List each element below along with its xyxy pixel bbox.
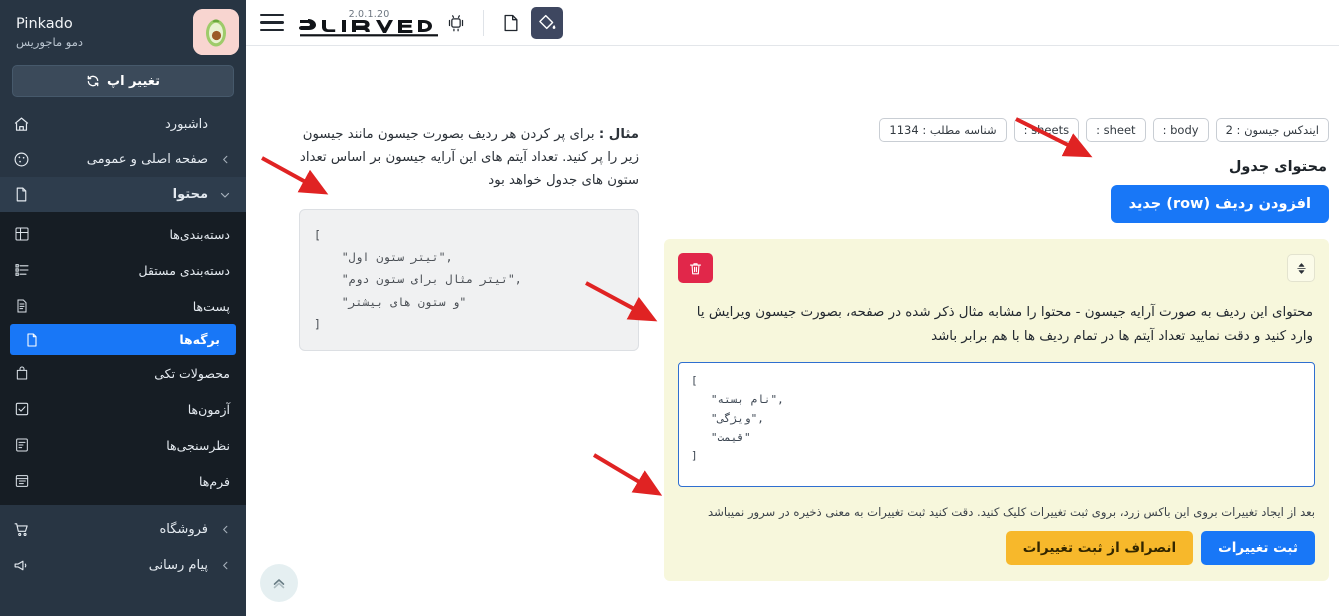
sidebar-item-pages[interactable]: برگه‌ها <box>10 324 236 355</box>
palette-icon <box>12 150 31 169</box>
badge-list: ایندکس جیسون : 2 body : sheet : sheets :… <box>664 118 1329 142</box>
trash-icon <box>688 261 703 276</box>
app-root: Pinkado دمو ماجوریس تغییر اپ داشبورد صفح… <box>0 0 1339 616</box>
sidebar-item-shop[interactable]: فروشگاه <box>0 511 246 547</box>
sidebar-item-label: دسته‌بندی مستقل <box>138 262 231 278</box>
row-card-description: محتوای این ردیف به صورت آرایه جیسون - مح… <box>696 305 1313 345</box>
example-instruction: مثال : برای پر کردن هر ردیف بصورت جیسون … <box>299 124 639 193</box>
sort-updown-icon <box>1295 262 1308 275</box>
row-json-textarea[interactable] <box>678 361 1315 487</box>
row-card-actions: ثبت تغییرات انصراف از ثبت تغییرات <box>678 531 1315 566</box>
page-title: محتوای جدول <box>1228 159 1327 175</box>
sidebar-nav: داشبورد صفحه اصلی و عمومی <box>0 107 246 583</box>
megaphone-icon <box>12 556 31 575</box>
grid-icon <box>12 225 31 244</box>
cart-icon <box>12 520 31 539</box>
topbar-tool-group <box>440 6 563 39</box>
change-app-button[interactable]: تغییر اپ <box>12 65 234 97</box>
sidebar-item-label: پیام رسانی <box>148 557 208 573</box>
page-content: مثال : برای پر کردن هر ردیف بصورت جیسون … <box>246 46 1339 616</box>
arrow-to-save-button <box>592 453 663 496</box>
sidebar-item-label: نظرسنجی‌ها <box>166 437 230 453</box>
sidebar-item-exams[interactable]: آزمون‌ها <box>0 391 246 427</box>
example-instruction-text: برای پر کردن هر ردیف بصورت جیسون مانند ج… <box>299 127 639 188</box>
example-json-code: [ "تیتر ستون اول", "تیتر مثال برای ستون … <box>299 208 639 351</box>
checkbox-icon <box>12 400 31 419</box>
sidebar-item-forms[interactable]: فرم‌ها <box>0 463 246 499</box>
sidebar-item-label: دسته‌بندی‌ها <box>169 226 230 242</box>
change-app-label: تغییر اپ <box>107 73 160 89</box>
sidebar-item-messaging[interactable]: پیام رسانی <box>0 547 246 583</box>
sidebar-bottom-nav: فروشگاه پیام رسانی <box>0 511 246 583</box>
main-area: 2.0.1.20 مثال: برای پر کردن هر ردیف بصو… <box>246 0 1339 616</box>
delete-row-button[interactable] <box>678 253 713 283</box>
badge-json-index: ایندکس جیسون : 2 <box>1215 118 1329 142</box>
hamburger-menu-icon[interactable] <box>260 13 284 32</box>
topbar-brand-group: 2.0.1.20 <box>260 9 440 37</box>
list-icon <box>12 261 31 280</box>
table-content-panel: ایندکس جیسون : 2 body : sheet : sheets :… <box>664 118 1329 582</box>
sidebar-item-surveys[interactable]: نظرسنجی‌ها <box>0 427 246 463</box>
sidebar-item-single-products[interactable]: محصولات تکی <box>0 355 246 391</box>
avatar <box>193 9 239 55</box>
form-icon <box>12 472 31 491</box>
add-row-wrapper: افزودن ردیف (row) جدید <box>664 185 1329 223</box>
row-card-header <box>678 253 1315 283</box>
home-icon <box>12 115 31 134</box>
sidebar-item-homepage[interactable]: صفحه اصلی و عمومی <box>0 142 246 177</box>
page-file-icon <box>22 330 41 349</box>
double-chevron-up-icon <box>270 574 288 592</box>
sidebar-content-submenu: دسته‌بندی‌ها دسته‌بندی مستقل <box>0 212 246 505</box>
cancel-changes-button[interactable]: انصراف از ثبت تغییرات <box>1005 531 1194 566</box>
sidebar-item-categories[interactable]: دسته‌بندی‌ها <box>0 216 246 252</box>
chevron-left-icon <box>218 524 232 535</box>
page-icon[interactable] <box>495 7 527 39</box>
badge-sheets: sheets : <box>1013 118 1080 142</box>
sidebar: Pinkado دمو ماجوریس تغییر اپ داشبورد صفح… <box>0 0 246 616</box>
bag-icon <box>12 364 31 383</box>
drag-sort-handle[interactable] <box>1287 254 1315 282</box>
sidebar-item-dashboard[interactable]: داشبورد <box>0 107 246 142</box>
sidebar-item-label: برگه‌ها <box>179 332 220 347</box>
sidebar-item-label: آزمون‌ها <box>187 401 230 417</box>
sidebar-item-label: پست‌ها <box>192 298 230 314</box>
sidebar-item-standalone-category[interactable]: دسته‌بندی مستقل <box>0 252 246 288</box>
sidebar-item-label: محتوا <box>172 187 208 202</box>
add-row-button[interactable]: افزودن ردیف (row) جدید <box>1110 185 1329 223</box>
sidebar-item-label: فروشگاه <box>159 521 208 537</box>
chevron-down-icon <box>218 189 232 201</box>
sidebar-item-label: داشبورد <box>165 117 208 132</box>
document-icon <box>12 185 31 204</box>
brand-block: 2.0.1.20 <box>298 9 440 37</box>
sidebar-item-label: محصولات تکی <box>154 365 230 381</box>
sidebar-item-label: صفحه اصلی و عمومی <box>86 152 208 167</box>
sidebar-item-label: فرم‌ها <box>198 473 230 489</box>
topbar: 2.0.1.20 <box>246 0 1339 46</box>
toolbar-divider <box>483 9 484 36</box>
example-column: مثال : برای پر کردن هر ردیف بصورت جیسون … <box>299 124 639 362</box>
android-icon[interactable] <box>440 7 472 39</box>
chevron-left-icon <box>218 560 232 571</box>
refresh-icon <box>86 74 100 88</box>
scroll-to-top-button[interactable] <box>260 564 298 602</box>
badge-post-id: شناسه مطلب : 1134 <box>879 118 1007 142</box>
paint-bucket-icon[interactable] <box>531 6 563 39</box>
badge-sheet: sheet : <box>1086 118 1146 142</box>
save-changes-button[interactable]: ثبت تغییرات <box>1201 531 1315 566</box>
row-card: محتوای این ردیف به صورت آرایه جیسون - مح… <box>664 239 1329 582</box>
sidebar-user-block[interactable]: Pinkado دمو ماجوریس <box>0 0 246 61</box>
chevron-left-icon <box>218 154 232 165</box>
row-card-note: بعد از ایجاد تغییرات بروی این باکس زرد، … <box>708 504 1315 519</box>
user-subtitle: دمو ماجوریس <box>16 34 84 49</box>
badge-body: body : <box>1152 118 1209 142</box>
example-instruction-bold: مثال : <box>598 127 639 142</box>
sidebar-item-content[interactable]: محتوا <box>0 177 246 212</box>
user-name: Pinkado <box>16 15 73 32</box>
sidebar-item-posts[interactable]: پست‌ها <box>0 288 246 324</box>
brand-logo-icon <box>298 17 440 37</box>
survey-icon <box>12 436 31 455</box>
post-icon <box>12 297 31 316</box>
